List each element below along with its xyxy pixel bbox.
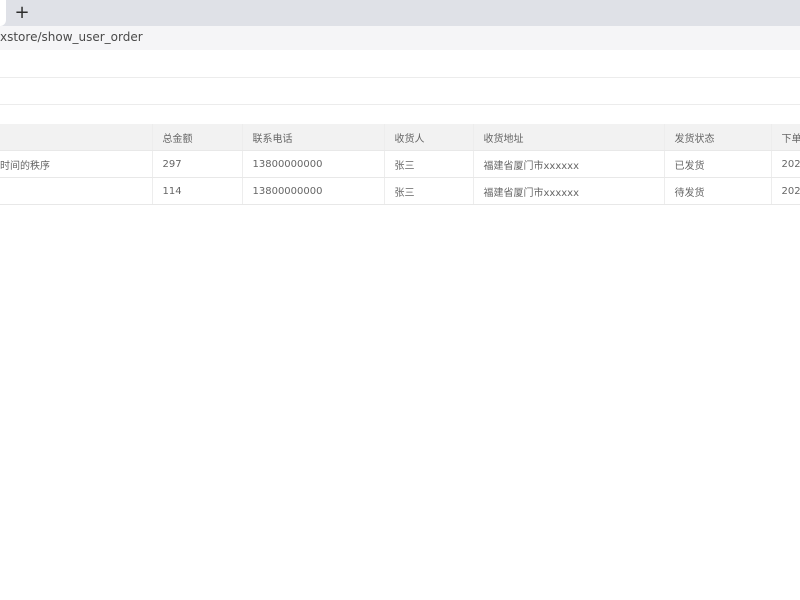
cell-order-time: 2023	[771, 177, 800, 205]
cell-total: 114	[152, 177, 243, 205]
table-row: 时间的秩序 297 13800000000 张三 福建省厦门市xxxxxx 已发…	[0, 150, 800, 178]
cell-total: 297	[152, 150, 243, 178]
active-tab-edge[interactable]	[0, 0, 6, 26]
column-header-product	[0, 124, 153, 151]
column-header-receiver: 收货人	[384, 124, 474, 151]
divider	[0, 77, 800, 78]
cell-product	[0, 177, 153, 205]
cell-address: 福建省厦门市xxxxxx	[473, 150, 665, 178]
plus-icon: +	[14, 2, 30, 23]
new-tab-button[interactable]: +	[10, 2, 34, 24]
table-row: 114 13800000000 张三 福建省厦门市xxxxxx 待发货 2023	[0, 177, 800, 205]
column-header-phone: 联系电话	[242, 124, 385, 151]
divider	[0, 104, 800, 105]
url-text[interactable]: xstore/show_user_order	[0, 30, 143, 44]
table-header-row: 总金额 联系电话 收货人 收货地址 发货状态 下单	[0, 124, 800, 151]
cell-product: 时间的秩序	[0, 150, 153, 178]
column-header-total: 总金额	[152, 124, 243, 151]
orders-table-container: 总金额 联系电话 收货人 收货地址 发货状态 下单 时间的秩序 297 1380…	[0, 124, 800, 206]
browser-tab-bar: +	[0, 0, 800, 26]
address-bar[interactable]: xstore/show_user_order	[0, 26, 800, 50]
column-header-status: 发货状态	[664, 124, 772, 151]
cell-status: 待发货	[664, 177, 772, 205]
orders-table: 总金额 联系电话 收货人 收货地址 发货状态 下单 时间的秩序 297 1380…	[0, 124, 800, 205]
cell-order-time: 2023	[771, 150, 800, 178]
column-header-order-time: 下单	[771, 124, 800, 151]
cell-phone: 13800000000	[242, 177, 385, 205]
cell-status: 已发货	[664, 150, 772, 178]
cell-phone: 13800000000	[242, 150, 385, 178]
cell-receiver: 张三	[384, 150, 474, 178]
cell-receiver: 张三	[384, 177, 474, 205]
column-header-address: 收货地址	[473, 124, 665, 151]
cell-address: 福建省厦门市xxxxxx	[473, 177, 665, 205]
